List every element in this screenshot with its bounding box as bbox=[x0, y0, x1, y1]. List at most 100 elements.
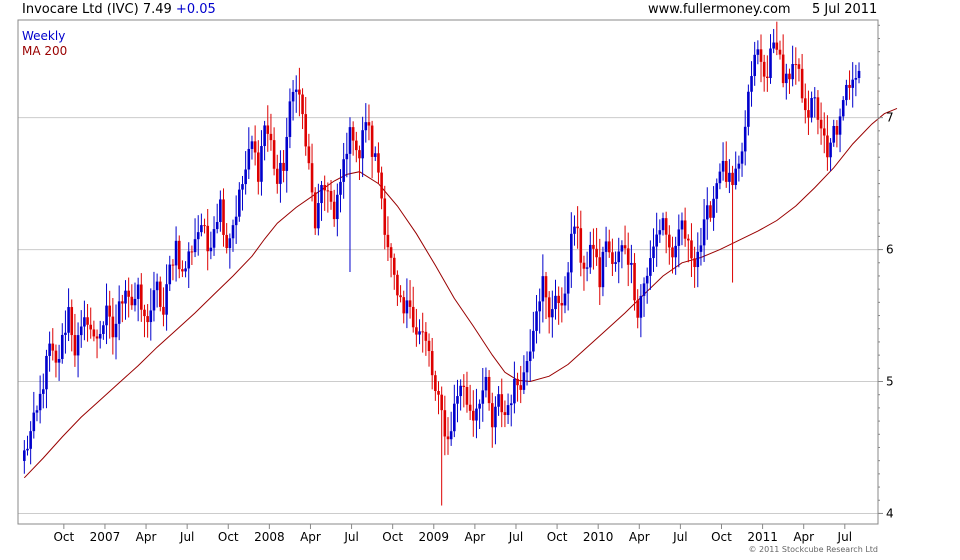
candle-body bbox=[45, 355, 48, 390]
candle-body bbox=[762, 61, 766, 77]
candle-body bbox=[759, 49, 763, 62]
candle-body bbox=[279, 162, 282, 184]
candle-body bbox=[841, 100, 845, 117]
candle-body bbox=[807, 110, 810, 118]
candle-body bbox=[661, 218, 665, 231]
candle-body bbox=[509, 403, 513, 406]
candle-body bbox=[301, 94, 304, 115]
candle-body bbox=[513, 378, 516, 404]
x-tick-label: Jul bbox=[837, 530, 852, 544]
candle-body bbox=[307, 146, 311, 164]
candle-body bbox=[645, 275, 649, 284]
candle-body bbox=[528, 351, 532, 362]
x-tick-label: Jul bbox=[508, 530, 523, 544]
candle-body bbox=[310, 163, 314, 193]
candle-body bbox=[652, 246, 655, 259]
candle-body bbox=[294, 89, 298, 92]
candle-body bbox=[355, 140, 358, 151]
candle-body bbox=[769, 48, 772, 79]
candle-body bbox=[560, 303, 564, 306]
candle-body bbox=[731, 172, 734, 186]
candle-body bbox=[102, 325, 105, 334]
candle-body bbox=[535, 311, 538, 331]
candle-body bbox=[396, 274, 399, 296]
candle-body bbox=[781, 54, 785, 84]
candle-body bbox=[525, 361, 529, 373]
candle-body bbox=[538, 301, 541, 312]
candle-body bbox=[288, 101, 292, 137]
chart-page: Invocare Ltd (IVC) 7.49 +0.05 www.fuller… bbox=[0, 0, 960, 560]
candle-body bbox=[98, 333, 102, 339]
x-tick-label: Oct bbox=[53, 530, 74, 544]
x-tick-label: Apr bbox=[136, 530, 157, 544]
candle-body bbox=[263, 125, 266, 147]
candle-body bbox=[317, 203, 320, 229]
candle-body bbox=[32, 412, 36, 432]
candle-body bbox=[342, 159, 345, 182]
candle-body bbox=[140, 284, 143, 310]
candle-body bbox=[304, 114, 308, 147]
candle-body bbox=[291, 91, 295, 102]
axes: 4 5 6 7 Oct 2007 Apr Jul Oct 2008 Apr Jul Oct 2009 Apr… bbox=[17, 19, 894, 544]
candle-body bbox=[642, 283, 646, 296]
candle-body bbox=[655, 234, 658, 247]
candle-body bbox=[794, 64, 798, 66]
candle-body bbox=[611, 252, 614, 264]
x-tick-label: Oct bbox=[547, 530, 568, 544]
candle-body bbox=[449, 431, 453, 440]
candle-body bbox=[320, 185, 323, 204]
candle-body bbox=[231, 225, 235, 239]
candle-body bbox=[709, 205, 712, 218]
candle-body bbox=[247, 148, 251, 170]
candle-body bbox=[481, 390, 485, 404]
candle-body bbox=[614, 262, 617, 264]
candle-body bbox=[23, 450, 26, 461]
candle-body bbox=[633, 262, 636, 301]
candle-body bbox=[155, 281, 159, 291]
candle-body bbox=[585, 267, 589, 269]
candle-body bbox=[838, 116, 842, 135]
x-tick-label: 2007 bbox=[90, 530, 121, 544]
candle-body bbox=[402, 297, 406, 314]
candle-body bbox=[370, 125, 374, 157]
candle-body bbox=[753, 54, 756, 77]
x-tick-label: Jul bbox=[672, 530, 687, 544]
candle-body bbox=[190, 251, 194, 253]
candle-body bbox=[582, 262, 586, 269]
candle-body bbox=[332, 201, 336, 220]
candle-body bbox=[51, 343, 55, 351]
candle-body bbox=[430, 351, 434, 376]
candle-body bbox=[551, 309, 554, 318]
candle-body bbox=[35, 410, 39, 413]
candle-body bbox=[484, 376, 488, 391]
candle-body bbox=[83, 317, 86, 327]
candle-body bbox=[680, 220, 684, 230]
candle-body bbox=[421, 331, 425, 333]
candle-body bbox=[772, 42, 775, 49]
candle-body bbox=[522, 372, 526, 390]
candle-body bbox=[219, 199, 222, 223]
candle-body bbox=[367, 122, 371, 126]
candle-body bbox=[797, 64, 801, 69]
candle-body bbox=[554, 295, 557, 310]
candle-body bbox=[29, 431, 32, 449]
candle-body bbox=[456, 396, 459, 404]
candle-body bbox=[854, 78, 858, 80]
candle-body bbox=[377, 153, 380, 173]
candle-body bbox=[95, 336, 99, 339]
candle-body bbox=[326, 190, 330, 192]
candle-body bbox=[686, 238, 690, 241]
candle-body bbox=[418, 331, 421, 335]
candle-body bbox=[250, 141, 254, 149]
candle-body bbox=[845, 84, 848, 101]
candle-body bbox=[424, 331, 428, 341]
candle-body bbox=[437, 391, 440, 395]
candle-body bbox=[620, 245, 624, 252]
candle-body bbox=[358, 150, 361, 159]
candle-body bbox=[693, 258, 696, 268]
candle-body bbox=[791, 64, 794, 80]
candle-body bbox=[130, 296, 134, 306]
candle-body bbox=[848, 84, 851, 88]
x-tick-label: Oct bbox=[382, 530, 403, 544]
candle-body bbox=[234, 216, 238, 226]
